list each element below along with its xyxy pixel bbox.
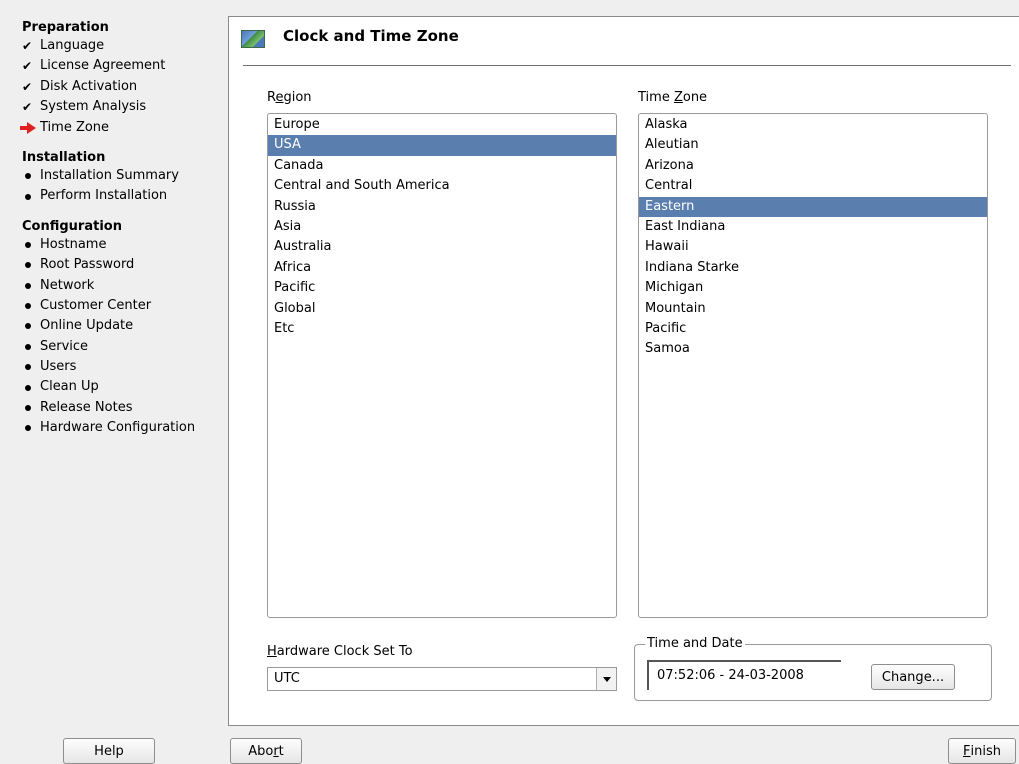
timezone-list-item[interactable]: Arizona (639, 156, 987, 176)
region-label: Region (267, 90, 312, 105)
sidebar-step: Root Password (22, 255, 228, 275)
bullet-icon (22, 241, 40, 248)
sidebar-step-label: Language (40, 38, 105, 53)
bullet-icon (22, 384, 40, 391)
region-list-item[interactable]: Global (268, 299, 616, 319)
sidebar-step-label: Customer Center (40, 297, 152, 313)
sidebar-step-label: Network (40, 277, 95, 293)
sidebar-step: Users (22, 357, 228, 377)
hardware-clock-select[interactable]: UTC (267, 667, 617, 691)
sidebar-step: Service (22, 337, 228, 357)
sidebar-step: ✔ License Agreement (22, 56, 228, 76)
sidebar-step-label: Online Update (40, 318, 134, 334)
sidebar-step-label: License Agreement (40, 58, 166, 74)
sidebar-step-label: Time Zone (40, 119, 110, 135)
sidebar-step-label: Root Password (40, 257, 135, 273)
sidebar-step-label: Disk Activation (40, 78, 138, 94)
timezone-list[interactable]: Alaska Aleutian Arizona Central Eastern East … (638, 113, 988, 618)
bullet-icon (22, 425, 40, 432)
sidebar-step-label: Installation Summary (40, 167, 179, 183)
sidebar-step: Hardware Configuration (22, 418, 228, 438)
region-list[interactable]: Europe USA Canada Central and South America… (267, 113, 617, 618)
arrow-right-icon (20, 121, 40, 134)
world-map-icon (241, 30, 265, 48)
sidebar-step-label: Hostname (40, 236, 107, 252)
abort-button[interactable]: Abo r t (230, 738, 302, 764)
bullet-icon (22, 173, 40, 180)
timezone-list-item[interactable]: Eastern (639, 196, 987, 217)
region-list-item[interactable]: Europe (268, 115, 616, 135)
check-icon: ✔ (22, 100, 33, 115)
region-list-item[interactable]: Pacific (268, 278, 616, 298)
region-list-item[interactable]: Canada (268, 156, 616, 176)
timezone-list-item[interactable]: Aleutian (639, 135, 987, 155)
sidebar-step: ✔ Disk Activation (22, 77, 228, 97)
bullet-icon (22, 262, 40, 269)
sidebar-step: Time Zone (20, 118, 228, 138)
finish-button[interactable]: Finish (948, 738, 1016, 764)
bullet-icon (22, 282, 40, 289)
region-list-item[interactable]: Central and South America (268, 176, 616, 196)
sidebar-step: Customer Center (22, 296, 228, 316)
sidebar-step-label: Users (40, 359, 77, 375)
check-icon: ✔ (22, 79, 33, 94)
bullet-icon (22, 364, 40, 371)
sidebar-step: Online Update (22, 316, 228, 336)
main-panel: Clock and Time Zone Region Europe USA Cana… (228, 16, 1019, 726)
sidebar-step: Clean Up (22, 377, 228, 397)
sidebar-step: Release Notes (22, 398, 228, 418)
timezone-list-item[interactable]: Hawaii (639, 237, 987, 257)
timezone-list-item[interactable]: Pacific (639, 319, 987, 339)
timezone-list-item[interactable]: Mountain (639, 299, 987, 319)
sidebar-section-title: Installation (22, 149, 106, 165)
time-and-date-display: 07:52:06 - 24-03-2008 (647, 660, 841, 690)
sidebar-section-title: Configuration (22, 218, 122, 234)
region-list-item[interactable]: USA (268, 135, 616, 156)
region-list-item[interactable]: Africa (268, 258, 616, 278)
sidebar-step: Hostname (22, 235, 228, 255)
region-list-item[interactable]: Asia (268, 217, 616, 237)
dropdown-button[interactable] (596, 668, 616, 690)
timezone-label: Time Zone (638, 90, 708, 105)
timezone-list-item[interactable]: Alaska (639, 115, 987, 135)
sidebar-step: Perform Installation (22, 186, 228, 206)
title-separator (243, 65, 1011, 66)
bullet-icon (22, 405, 40, 412)
help-button[interactable]: Help (63, 738, 155, 764)
sidebar-step-label: Perform Installation (40, 188, 168, 204)
sidebar-step-label: Hardware Configuration (40, 420, 196, 436)
hardware-clock-value: UTC (274, 671, 300, 686)
timezone-list-item[interactable]: Central (639, 176, 987, 196)
region-list-item[interactable]: Australia (268, 237, 616, 257)
bullet-icon (22, 303, 40, 310)
timezone-list-item[interactable]: Indiana Starke (639, 258, 987, 278)
page-title: Clock and Time Zone (283, 27, 459, 45)
bullet-icon (22, 323, 40, 330)
sidebar-step-label: System Analysis (40, 99, 147, 115)
sidebar-step-label: Release Notes (40, 399, 133, 415)
bullet-icon (22, 193, 40, 200)
sidebar-step: Installation Summary (22, 166, 228, 186)
sidebar-step: ✔ System Analysis (22, 97, 228, 117)
sidebar-step: Network (22, 276, 228, 296)
sidebar-section-title: Preparation (22, 20, 109, 35)
bullet-icon (22, 343, 40, 350)
sidebar-step-label: Service (40, 338, 89, 354)
time-and-date-legend: Time and Date (645, 636, 745, 651)
sidebar-step: ✔ Language (22, 36, 228, 56)
hardware-clock-label: Hardware Clock Set To (267, 644, 413, 659)
chevron-down-icon (602, 676, 611, 682)
timezone-list-item[interactable]: Samoa (639, 339, 987, 359)
time-and-date-group: Time and Date 07:52:06 - 24-03-2008 Chan… (634, 636, 992, 701)
check-icon: ✔ (22, 39, 33, 53)
region-list-item[interactable]: Russia (268, 197, 616, 217)
check-icon: ✔ (22, 59, 33, 74)
change-time-button[interactable]: Chan g e... (871, 664, 955, 690)
timezone-list-item[interactable]: East Indiana (639, 217, 987, 237)
sidebar-step-label: Clean Up (40, 379, 99, 395)
installation-steps-sidebar: Preparation ✔ Language ✔ License Agreement ✔ D… (0, 0, 228, 725)
timezone-list-item[interactable]: Michigan (639, 278, 987, 298)
region-list-item[interactable]: Etc (268, 319, 616, 339)
